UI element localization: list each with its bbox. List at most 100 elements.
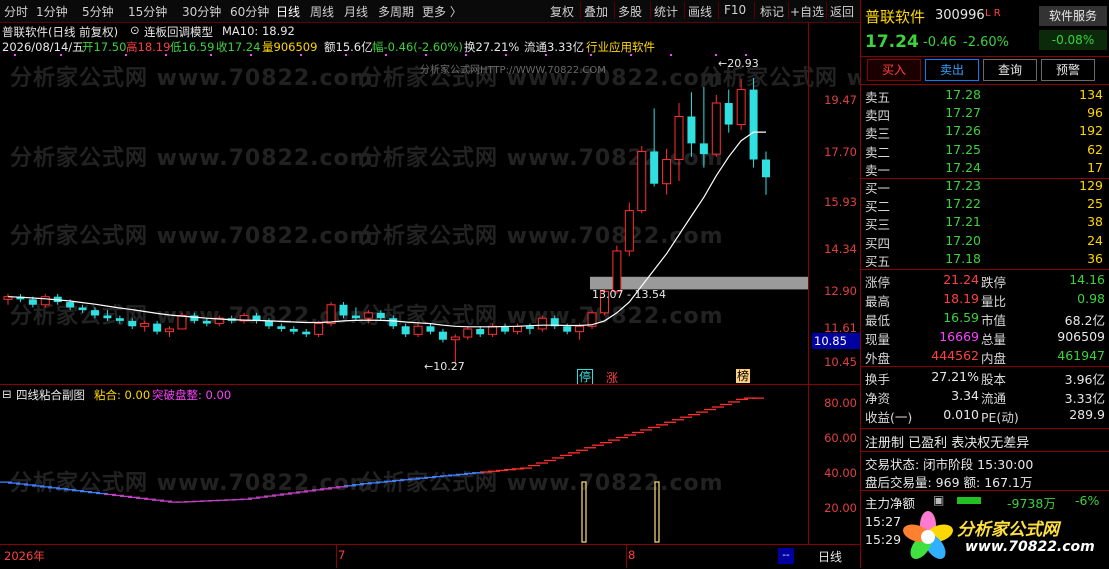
restore-rights-button[interactable]: 复权	[550, 3, 574, 20]
bid-row[interactable]: 买四 17.20 24	[863, 233, 1107, 251]
top-dot	[425, 54, 427, 56]
overlay-button[interactable]: 叠加	[584, 3, 608, 20]
stat-row: 收益(一) 0.010 PE(动) 289.9	[863, 407, 1107, 425]
period-tab[interactable]: 分时	[4, 3, 28, 20]
period-indicator[interactable]: 日线	[818, 548, 842, 565]
level-volume: 134	[1079, 87, 1103, 102]
period-tab[interactable]: 60分钟	[230, 3, 269, 20]
level-label: 买四	[865, 235, 891, 251]
level-volume: 96	[1087, 105, 1103, 121]
level-price: 17.25	[945, 141, 981, 157]
band-annotation: 13.07 - 13.54	[592, 288, 666, 301]
level-volume: 17	[1087, 159, 1103, 175]
candle-body	[749, 89, 758, 160]
stat-row: 最低 16.59 市值 68.2亿	[863, 310, 1107, 328]
top-dot	[250, 54, 252, 56]
candle-body	[699, 143, 708, 155]
more-menu[interactable]: 更多 〉	[422, 3, 462, 20]
ask-row[interactable]: 卖四 17.27 96	[863, 105, 1107, 123]
ask-row[interactable]: 卖三 17.26 192	[863, 123, 1107, 141]
buy-button[interactable]: 买入	[867, 59, 921, 81]
list-marker: 榜	[736, 369, 751, 383]
flow-toggle-icon[interactable]: ▣	[933, 493, 944, 507]
ask-row[interactable]: 卖二 17.25 62	[863, 142, 1107, 160]
add-watchlist-button[interactable]: +自选	[790, 3, 824, 20]
candle-body	[177, 315, 187, 330]
stat-label: 最高	[865, 294, 891, 309]
scroll-handle[interactable]: --	[778, 548, 794, 564]
candle-body	[351, 315, 360, 319]
candle-body	[762, 159, 770, 178]
level-volume: 24	[1087, 232, 1103, 248]
level-price: 17.18	[945, 250, 981, 266]
ask-row[interactable]: 卖五 17.28 134	[863, 87, 1107, 105]
period-tab[interactable]: 多周期	[378, 3, 414, 20]
bid-row[interactable]: 买一 17.23 129	[863, 178, 1107, 196]
y-tick: 12.90	[824, 284, 857, 298]
month-label: 7	[338, 548, 346, 562]
stat-value: 444562	[931, 348, 979, 363]
candle-body	[115, 318, 124, 321]
stat-row: 现量 16669 总量 906509	[863, 329, 1107, 347]
sell-button[interactable]: 卖出	[925, 59, 979, 81]
indicator-subpanel: ⊟ 四线粘合副图 粘合: 0.00 突破盘整: 0.00	[0, 384, 808, 545]
candle-body	[426, 326, 435, 332]
top-dot	[300, 54, 302, 56]
stat-row: 最高 18.19 量比 0.98	[863, 291, 1107, 309]
back-button[interactable]: 返回	[830, 3, 854, 20]
draw-line-button[interactable]: 画线	[688, 3, 712, 20]
stat-label: 涨停	[865, 275, 891, 290]
tab-daily[interactable]: 日线	[276, 3, 300, 20]
level-volume: 36	[1087, 250, 1103, 266]
level-volume: 192	[1079, 123, 1103, 139]
mark-button[interactable]: 标记	[760, 3, 784, 20]
y-tick: 15.93	[824, 195, 857, 209]
period-tab[interactable]: 周线	[310, 3, 334, 20]
top-dot	[345, 54, 347, 56]
period-tab[interactable]: 15分钟	[128, 3, 167, 20]
period-tab[interactable]: 30分钟	[182, 3, 221, 20]
stat-value: 461947	[1057, 348, 1105, 363]
candle-body	[711, 102, 721, 155]
level-price: 17.22	[945, 196, 981, 212]
multi-stock-button[interactable]: 多股	[618, 3, 642, 20]
stat-row: 换手 27.21% 股本 3.96亿	[863, 369, 1107, 387]
level-label: 买二	[865, 199, 891, 215]
candle-body	[736, 89, 746, 126]
registration-info: 注册制 已盈利 表决权无差异	[865, 436, 1030, 451]
sector-button[interactable]: 软件服务	[1039, 6, 1107, 26]
stat-value: 3.34	[951, 388, 979, 403]
period-tab[interactable]: 5分钟	[82, 3, 114, 20]
ask-row[interactable]: 卖一 17.24 17	[863, 160, 1107, 178]
query-button[interactable]: 查询	[983, 59, 1037, 81]
stat-label: 最低	[865, 313, 891, 328]
y-tick: 14.34	[824, 242, 857, 256]
bid-row[interactable]: 买三 17.21 38	[863, 214, 1107, 232]
candle-body	[512, 325, 522, 333]
stat-label: 股本	[981, 372, 1007, 387]
current-price-tag: 10.85	[812, 333, 860, 349]
candle-body	[264, 320, 273, 327]
f10-button[interactable]: F10	[724, 3, 746, 17]
bid-row[interactable]: 买五 17.18 36	[863, 251, 1107, 269]
period-tab[interactable]: 1分钟	[36, 3, 68, 20]
top-dot	[745, 54, 747, 56]
period-tab[interactable]: 月线	[344, 3, 368, 20]
stat-value: 906509	[1057, 329, 1105, 344]
candlestick-chart[interactable]	[0, 22, 808, 384]
bid-row[interactable]: 买二 17.22 25	[863, 196, 1107, 214]
candle-body	[103, 315, 112, 319]
level-volume: 62	[1087, 141, 1103, 157]
top-dot	[630, 54, 632, 56]
candle-body	[376, 312, 385, 319]
statistics-button[interactable]: 统计	[654, 3, 678, 20]
stat-label: 净资	[865, 391, 891, 406]
y-tick: 19.47	[824, 93, 857, 107]
sub-y-tick: 80.00	[824, 396, 857, 410]
level-label: 卖五	[865, 90, 891, 105]
alert-button[interactable]: 预警	[1041, 59, 1095, 81]
y-tick: 17.70	[824, 145, 857, 159]
level-price: 17.20	[945, 232, 981, 248]
stock-tag: L R	[985, 8, 1001, 19]
signal-bar	[581, 481, 587, 543]
